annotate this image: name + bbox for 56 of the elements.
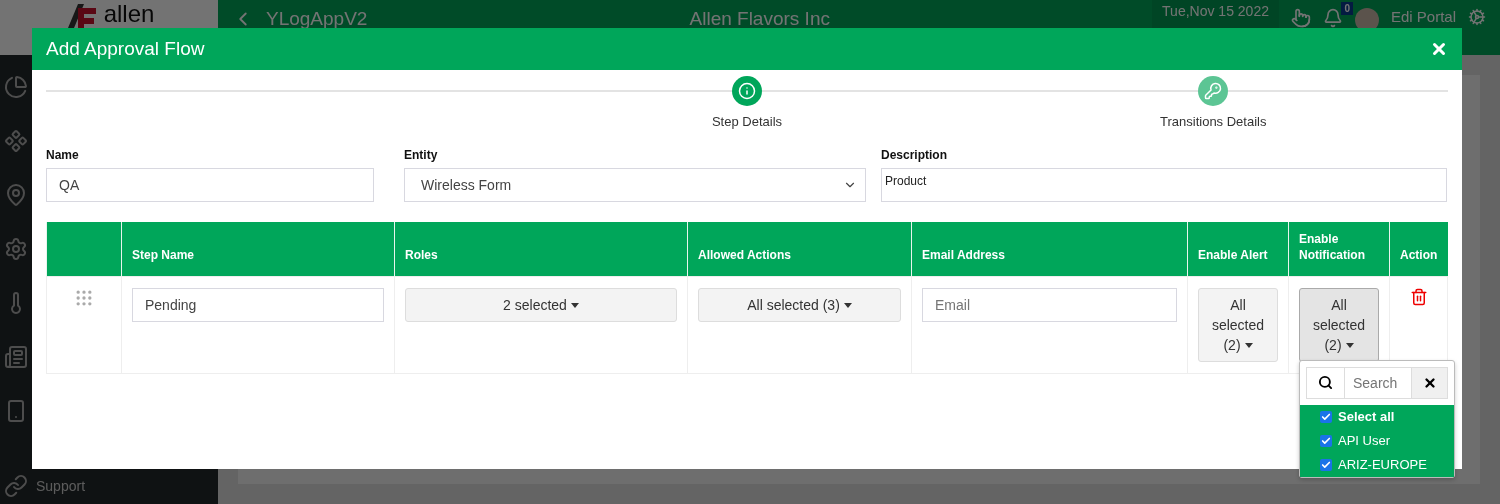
- notification-badge: 0: [1341, 2, 1353, 15]
- close-icon: [1422, 375, 1437, 390]
- gear-icon[interactable]: [4, 237, 28, 261]
- step-label: Transitions Details: [1160, 114, 1267, 129]
- option-label: API User: [1338, 433, 1390, 448]
- text-field[interactable]: QA: [46, 168, 374, 202]
- step-name-field[interactable]: Pending: [132, 287, 384, 322]
- bell-icon[interactable]: [1322, 8, 1343, 28]
- caret-icon: [1244, 343, 1253, 349]
- actions-dropdown[interactable]: All selected (3): [698, 287, 901, 322]
- checkbox[interactable]: [1320, 434, 1332, 447]
- date-text: Tue,Nov 15 2022: [1162, 3, 1269, 19]
- link-icon[interactable]: [4, 474, 28, 498]
- checkbox[interactable]: [1320, 410, 1332, 423]
- caret-icon: [1345, 343, 1354, 349]
- cluster-icon[interactable]: [4, 129, 28, 153]
- app-name: YLogAppV2: [266, 8, 368, 30]
- column-header: Enable Notification: [1288, 222, 1390, 276]
- roles-dropdown[interactable]: 2 selected: [405, 287, 677, 322]
- step-label: Step Details: [711, 114, 783, 129]
- close-button[interactable]: [1430, 40, 1448, 58]
- search-icon: [1318, 375, 1333, 390]
- step-circle[interactable]: [1198, 76, 1229, 106]
- text-area[interactable]: Product: [881, 168, 1447, 202]
- pointer-icon[interactable]: [1290, 8, 1311, 28]
- column-header: Roles: [394, 222, 688, 276]
- notification-dropdown[interactable]: All selected (2): [1299, 287, 1379, 362]
- option-label: ARIZ-EUROPE: [1338, 457, 1427, 472]
- company-name: Allen Flavors Inc: [689, 8, 830, 30]
- select-field[interactable]: Wireless Form: [404, 168, 866, 202]
- column-header: Allowed Actions: [687, 222, 912, 276]
- column-header: Email Address: [911, 222, 1188, 276]
- close-icon: [1430, 40, 1448, 58]
- search-field[interactable]: Search: [1306, 366, 1448, 399]
- step-circle[interactable]: [732, 76, 762, 106]
- column-header: Step Name: [121, 222, 395, 276]
- settings-icon[interactable]: [1468, 8, 1486, 26]
- modal-title: Add Approval Flow: [46, 38, 205, 60]
- checkbox[interactable]: [1320, 458, 1332, 471]
- key-icon: [1204, 82, 1223, 100]
- info-icon: [738, 82, 756, 100]
- field-label: Description: [881, 148, 948, 162]
- clear-button[interactable]: [1411, 367, 1447, 398]
- field-label: Name: [46, 148, 80, 162]
- alert-dropdown[interactable]: All selected (2): [1198, 287, 1278, 362]
- logo-text: allen: [103, 2, 155, 26]
- column-header: Action: [1389, 222, 1448, 276]
- pie-chart-icon[interactable]: [4, 75, 28, 99]
- field-label: Entity: [404, 148, 439, 162]
- column-header: Enable Alert: [1187, 222, 1289, 276]
- option-label: Select all: [1338, 409, 1395, 424]
- caret-icon: [570, 303, 579, 309]
- caret-icon: [843, 303, 852, 309]
- email-field[interactable]: Email: [922, 287, 1177, 322]
- map-pin-icon[interactable]: [4, 183, 28, 207]
- user-name: Edi Portal: [1390, 8, 1456, 25]
